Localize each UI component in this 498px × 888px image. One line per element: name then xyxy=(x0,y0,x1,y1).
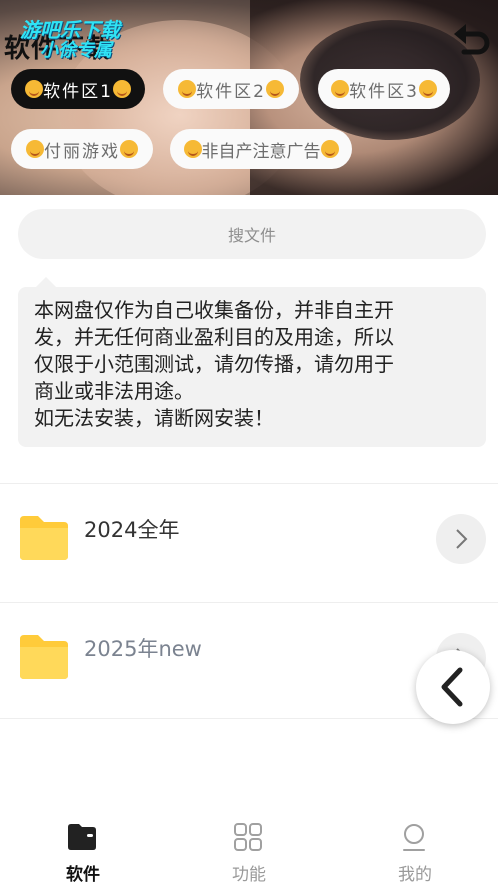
category-tab-games[interactable]: 付丽游戏 xyxy=(11,129,153,169)
folder-icon xyxy=(65,820,99,854)
chevron-right-icon[interactable] xyxy=(436,514,486,564)
smile-emoji-icon xyxy=(320,140,339,158)
category-tab-label: 非自产注意广告 xyxy=(201,141,321,162)
nav-tab-functions[interactable]: 功能 xyxy=(166,812,332,888)
nav-tab-label: 软件 xyxy=(66,865,100,885)
smile-emoji-icon xyxy=(25,80,44,98)
category-tab-label: 软件区1 xyxy=(43,81,113,102)
smile-emoji-icon xyxy=(265,80,284,98)
category-tab-software-2[interactable]: 软件区2 xyxy=(163,69,299,109)
category-tab-label: 软件区3 xyxy=(349,81,419,102)
smile-emoji-icon xyxy=(331,80,350,98)
floating-back-button[interactable] xyxy=(416,650,490,724)
smile-emoji-icon xyxy=(183,140,202,158)
app-logo: 软件下载 游吧乐下载 小徐专属 xyxy=(4,10,164,66)
user-icon xyxy=(397,820,431,854)
bottom-nav: 软件 功能 我的 xyxy=(0,812,498,888)
smile-emoji-icon xyxy=(418,80,437,98)
search-input[interactable]: 搜文件 xyxy=(18,209,486,259)
grid-icon xyxy=(231,820,265,854)
smile-emoji-icon xyxy=(178,80,197,98)
category-tab-ads-notice[interactable]: 非自产注意广告 xyxy=(170,129,352,169)
nav-tab-label: 我的 xyxy=(398,865,432,885)
notice-text: 本网盘仅作为自己收集备份，并非自主开 发，并无任何商业盈利目的及用途，所以 仅限… xyxy=(34,298,394,430)
folder-name: 2024全年 xyxy=(84,518,180,542)
category-tab-software-1[interactable]: 软件区1 xyxy=(11,69,145,109)
nav-tab-software[interactable]: 软件 xyxy=(0,812,166,888)
chevron-left-icon xyxy=(441,667,463,707)
folder-icon xyxy=(18,633,70,681)
header-banner: 软件下载 游吧乐下载 小徐专属 软件区1 软件区2 软件区3 付丽游戏 非自产注… xyxy=(0,0,498,195)
smile-emoji-icon xyxy=(26,140,44,158)
category-tab-label: 付丽游戏 xyxy=(44,141,120,162)
category-tab-software-3[interactable]: 软件区3 xyxy=(318,69,450,109)
folder-icon xyxy=(18,514,70,562)
logo-text-line2: 小徐专属 xyxy=(40,40,112,61)
notice-bubble: 本网盘仅作为自己收集备份，并非自主开 发，并无任何商业盈利目的及用途，所以 仅限… xyxy=(18,277,486,447)
folder-name: 2025年new xyxy=(84,637,202,661)
undo-arrow-icon[interactable] xyxy=(450,18,492,58)
category-tab-label: 软件区2 xyxy=(196,81,266,102)
folder-row-2024[interactable]: 2024全年 xyxy=(0,484,498,602)
search-placeholder: 搜文件 xyxy=(227,226,276,245)
smile-emoji-icon xyxy=(120,140,138,158)
smile-emoji-icon xyxy=(112,80,131,98)
nav-tab-mine[interactable]: 我的 xyxy=(332,812,498,888)
nav-tab-label: 功能 xyxy=(232,865,266,885)
